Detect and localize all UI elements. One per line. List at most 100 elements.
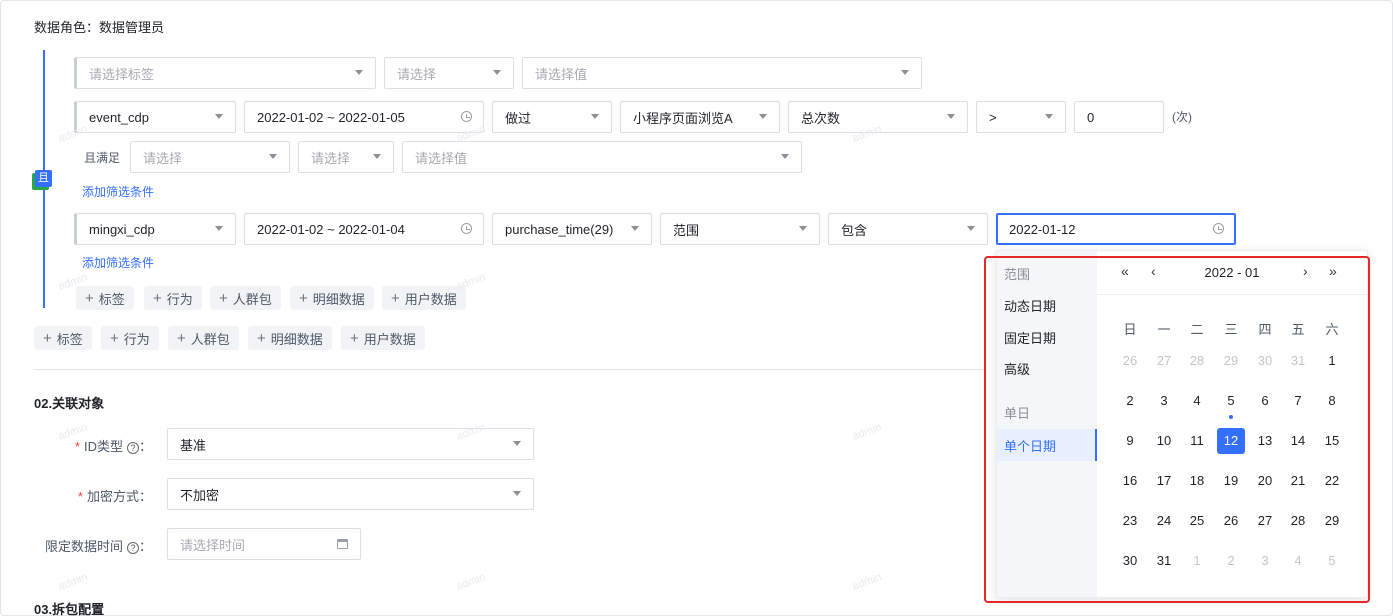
help-icon[interactable]: ?	[126, 441, 139, 454]
limit-time-picker[interactable]: 请选择时间	[167, 528, 361, 560]
limit-time-placeholder: 请选择时间	[180, 537, 246, 553]
plus-icon: +	[350, 329, 359, 347]
chip-label: 明细数据	[312, 291, 365, 307]
compare-select[interactable]: >	[976, 101, 1066, 133]
calendar-icon	[337, 539, 348, 549]
chevron-down-icon	[355, 70, 363, 75]
inner-add-userdata-chip[interactable]: + 用户数据	[382, 286, 466, 310]
plus-icon: +	[299, 289, 308, 307]
sub-filter-value-placeholder: 请选择值	[415, 150, 468, 166]
tag-select-placeholder: 请选择标签	[89, 66, 155, 82]
tag-operator-select[interactable]: 请选择	[384, 57, 514, 89]
plus-icon: +	[110, 329, 119, 347]
sub-filter-value-select[interactable]: 请选择值	[402, 141, 802, 173]
chevron-down-icon	[631, 226, 639, 231]
limit-time-label: 限定数据时间?：	[44, 539, 152, 554]
did-value: 做过	[505, 110, 532, 126]
outer-add-userdata-chip[interactable]: + 用户数据	[341, 326, 425, 350]
chevron-down-icon	[373, 154, 381, 159]
chevron-down-icon	[591, 114, 599, 119]
tag-select[interactable]: 请选择标签	[74, 57, 376, 89]
compare-value: >	[989, 109, 997, 125]
sub-filter-label: 且满足	[84, 151, 121, 165]
inner-add-behavior-chip[interactable]: + 行为	[144, 286, 202, 310]
detail-field-select[interactable]: purchase_time(29)	[492, 213, 652, 245]
plus-icon: +	[219, 289, 228, 307]
detail-table-select[interactable]: mingxi_cdp	[74, 213, 236, 245]
page-select[interactable]: 小程序页面浏览A	[620, 101, 780, 133]
and-badge[interactable]: 且	[35, 170, 52, 187]
event-date-range-picker[interactable]: 2022-01-02 ~ 2022-01-05	[244, 101, 484, 133]
detail-date-picker[interactable]: 2022-01-12	[996, 213, 1236, 245]
chevron-down-icon	[799, 226, 807, 231]
chevron-down-icon	[901, 70, 909, 75]
encrypt-value: 不加密	[180, 487, 220, 503]
id-type-label: * ID类型?：	[74, 439, 152, 454]
chip-label: 标签	[98, 291, 125, 307]
highlight-box	[984, 256, 1370, 603]
section-3-title: 03.拆包配置	[34, 602, 105, 616]
inner-add-detail-chip[interactable]: + 明细数据	[290, 286, 374, 310]
chevron-down-icon	[215, 114, 223, 119]
metric-value: 总次数	[801, 110, 841, 126]
sub-filter-field-placeholder: 请选择	[143, 150, 183, 166]
chip-label: 行为	[123, 331, 150, 347]
section-2-title: 02.关联对象	[34, 396, 105, 411]
detail-mode-select[interactable]: 范围	[660, 213, 820, 245]
inner-add-segment-chip[interactable]: + 人群包	[210, 286, 281, 310]
outer-add-segment-chip[interactable]: + 人群包	[168, 326, 239, 350]
did-select[interactable]: 做过	[492, 101, 612, 133]
page-value: 小程序页面浏览A	[633, 110, 733, 126]
tag-value-select[interactable]: 请选择值	[522, 57, 922, 89]
outer-add-detail-chip[interactable]: + 明细数据	[248, 326, 332, 350]
sub-filter-operator-placeholder: 请选择	[311, 150, 351, 166]
chip-label: 明细数据	[270, 331, 323, 347]
detail-operator-select[interactable]: 包含	[828, 213, 988, 245]
plus-icon: +	[391, 289, 400, 307]
add-filter-link-event[interactable]: 添加筛选条件	[82, 183, 154, 200]
clock-icon	[461, 111, 472, 122]
section-divider	[34, 369, 984, 370]
count-value: 0	[1087, 109, 1095, 125]
chip-label: 人群包	[190, 331, 230, 347]
chevron-down-icon	[1045, 114, 1053, 119]
required-mark: *	[77, 489, 83, 504]
limit-time-label-text: 限定数据时间	[44, 539, 123, 554]
add-filter-link-detail[interactable]: 添加筛选条件	[82, 254, 154, 271]
chevron-down-icon	[759, 114, 767, 119]
count-unit: (次)	[1172, 110, 1192, 124]
encrypt-label-text: 加密方式	[86, 489, 139, 504]
chip-label: 用户数据	[363, 331, 416, 347]
chevron-down-icon	[781, 154, 789, 159]
detail-table-value: mingxi_cdp	[89, 221, 155, 237]
event-value: event_cdp	[89, 109, 149, 125]
detail-date-value: 2022-01-12	[1009, 221, 1076, 237]
required-mark: *	[74, 439, 80, 454]
chip-label: 行为	[166, 291, 193, 307]
chevron-down-icon	[269, 154, 277, 159]
event-select[interactable]: event_cdp	[74, 101, 236, 133]
inner-add-tag-chip[interactable]: + 标签	[76, 286, 134, 310]
encrypt-label: * 加密方式：	[77, 489, 152, 504]
outer-add-behavior-chip[interactable]: + 行为	[101, 326, 159, 350]
tag-operator-placeholder: 请选择	[397, 66, 437, 82]
chevron-down-icon	[493, 70, 501, 75]
chevron-down-icon	[215, 226, 223, 231]
clock-icon	[1213, 223, 1224, 234]
event-date-range-value: 2022-01-02 ~ 2022-01-05	[257, 109, 405, 125]
detail-date-range-picker[interactable]: 2022-01-02 ~ 2022-01-04	[244, 213, 484, 245]
detail-operator-value: 包含	[841, 222, 868, 238]
outer-add-tag-chip[interactable]: + 标签	[34, 326, 92, 350]
detail-date-range-value: 2022-01-02 ~ 2022-01-04	[257, 221, 405, 237]
plus-icon: +	[153, 289, 162, 307]
id-type-value: 基准	[180, 437, 207, 453]
chevron-down-icon	[513, 491, 521, 496]
sub-filter-operator-select[interactable]: 请选择	[298, 141, 394, 173]
chevron-down-icon	[513, 441, 521, 446]
count-input[interactable]: 0	[1074, 101, 1164, 133]
sub-filter-field-select[interactable]: 请选择	[130, 141, 290, 173]
help-icon[interactable]: ?	[126, 541, 139, 554]
chip-label: 标签	[56, 331, 83, 347]
chip-label: 用户数据	[404, 291, 457, 307]
encrypt-select[interactable]: 不加密	[167, 478, 534, 510]
